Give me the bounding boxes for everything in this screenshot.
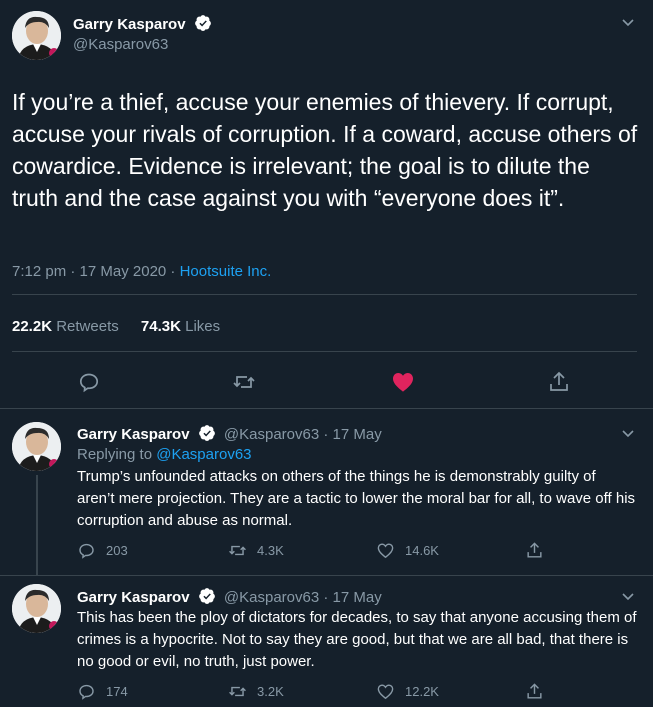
reply-handle-date[interactable]: @Kasparov63 · 17 May [224,589,382,606]
divider [0,408,653,409]
retweet-button[interactable]: 3.2K [228,682,284,701]
retweet-button[interactable]: 4.3K [228,541,284,560]
retweet-icon[interactable] [232,370,256,394]
reply-button[interactable]: 203 [77,541,128,560]
tweet-source-link[interactable]: Hootsuite Inc. [180,263,272,280]
verified-icon [198,424,216,446]
divider [0,575,653,576]
verified-icon [194,14,212,36]
avatar[interactable] [12,11,61,60]
reply-icon[interactable] [77,370,101,394]
retweet-icon [229,686,246,697]
avatar-photo [12,584,61,633]
divider [12,294,637,295]
verified-icon [198,587,216,609]
reply-author-name[interactable]: Garry Kasparov [77,426,190,443]
reply-text: Trump’s unfounded attacks on others of t… [77,468,636,529]
avatar-photo [12,422,61,471]
like-button[interactable]: 14.6K [376,541,439,560]
share-icon [527,683,542,699]
reply-count: 174 [106,684,128,699]
reply-icon [79,684,94,700]
chevron-down-icon[interactable] [620,588,636,609]
retweet-icon [229,545,246,556]
reply-author-name[interactable]: Garry Kasparov [77,589,190,606]
reply-icon [79,543,94,559]
chevron-down-icon[interactable] [620,425,636,446]
avatar[interactable] [12,422,61,471]
retweet-count: 3.2K [257,684,284,699]
like-icon [377,684,394,700]
like-button[interactable]: 12.2K [376,682,439,701]
thread-line [36,475,38,575]
tweet-meta: 7:12 pm · 17 May 2020 · Hootsuite Inc. [12,263,271,280]
divider [12,351,637,352]
replying-to: Replying to @Kasparov63 [77,446,252,463]
tweet-time[interactable]: 7:12 pm · 17 May 2020 · [12,263,180,280]
retweet-count: 4.3K [257,543,284,558]
likes-stat[interactable]: 74.3K Likes [141,318,220,335]
retweets-stat[interactable]: 22.2K Retweets [12,318,119,335]
tweet-text: If you’re a thief, accuse your enemies o… [12,89,638,211]
share-icon [527,542,542,558]
reply-text: This has been the ploy of dictators for … [77,609,637,670]
reply-count: 203 [106,543,128,558]
avatar-photo [12,11,61,60]
share-button[interactable] [525,541,554,560]
share-icon[interactable] [547,370,571,394]
like-icon [377,543,394,559]
reply-button[interactable]: 174 [77,682,128,701]
like-icon-filled[interactable] [391,370,415,394]
like-count: 14.6K [405,543,439,558]
avatar[interactable] [12,584,61,633]
chevron-down-icon[interactable] [620,14,636,35]
share-button[interactable] [525,682,554,701]
mention-link[interactable]: @Kasparov63 [156,446,251,463]
tweet-stats: 22.2K Retweets 74.3K Likes [12,318,220,335]
author-name[interactable]: Garry Kasparov [73,16,186,33]
reply-handle-date[interactable]: @Kasparov63 · 17 May [224,426,382,443]
author-handle[interactable]: @Kasparov63 [73,36,168,53]
like-count: 12.2K [405,684,439,699]
